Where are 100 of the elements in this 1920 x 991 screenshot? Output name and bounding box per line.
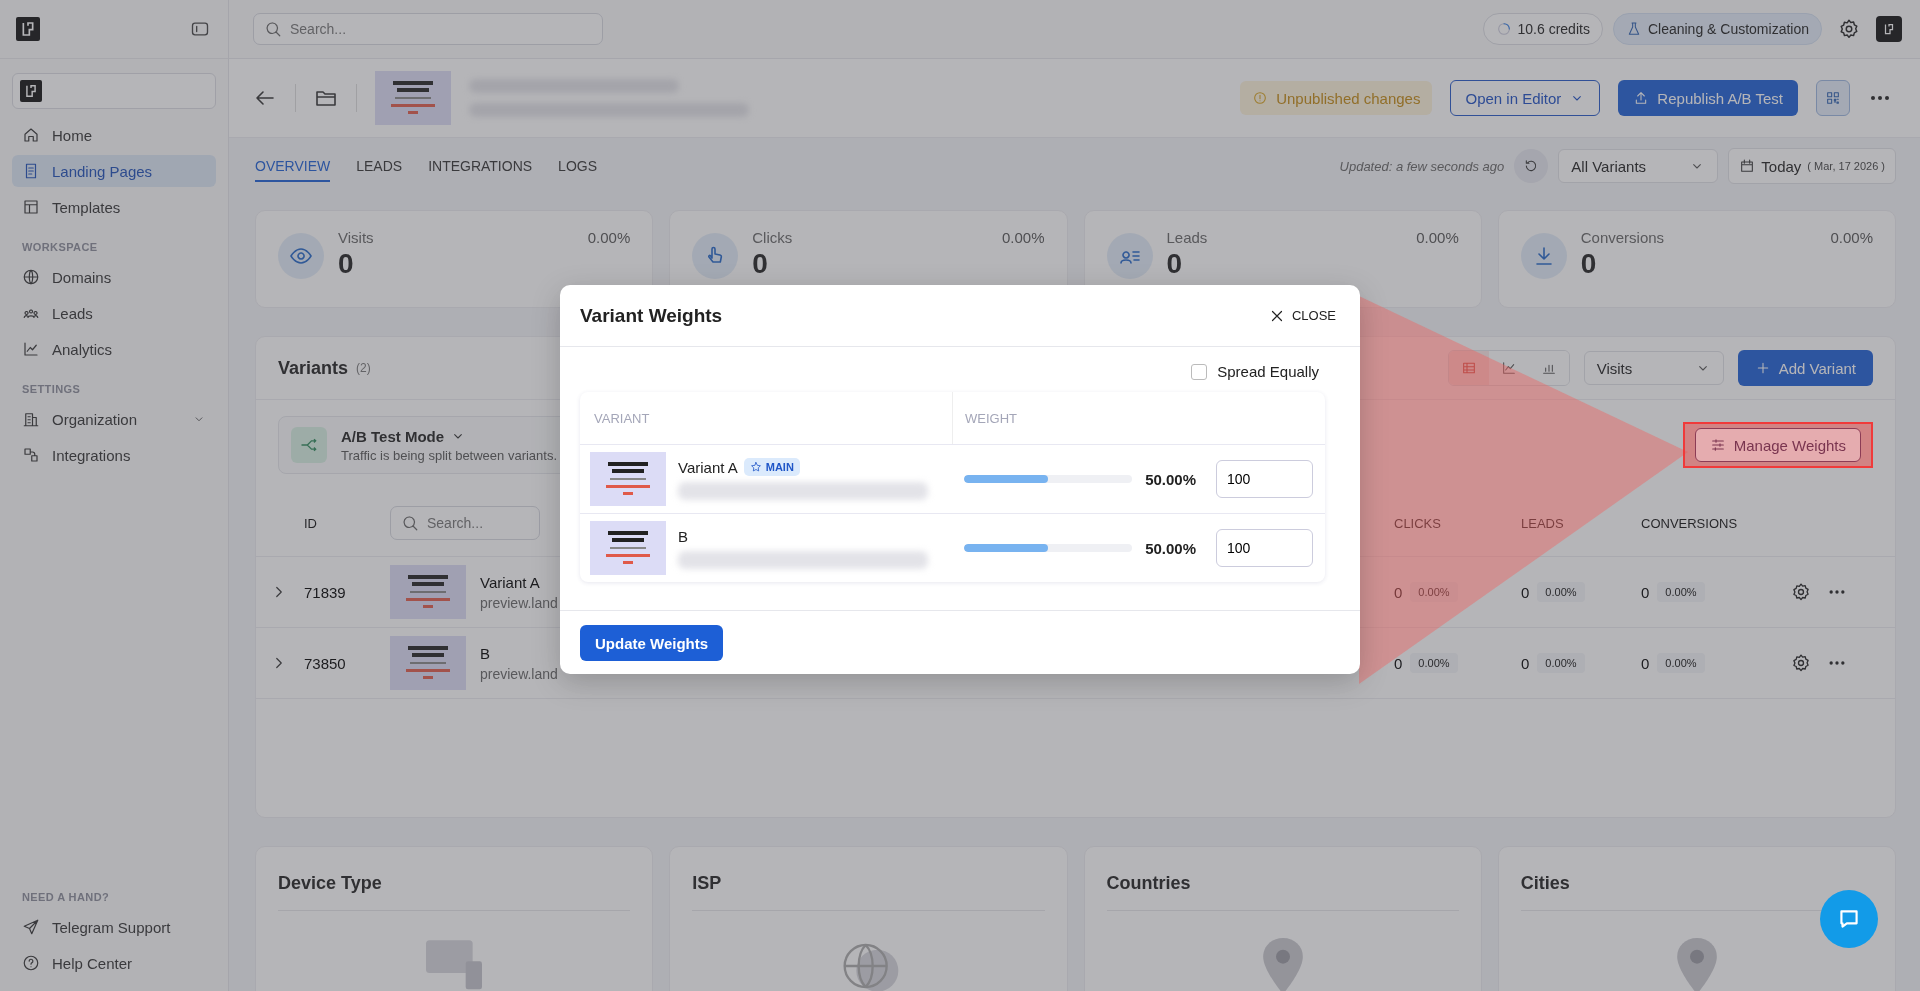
section-heading: SETTINGS	[21, 382, 82, 397]
sidebar-item[interactable]: Integrations	[12, 439, 216, 471]
sliders-icon	[1709, 437, 1726, 453]
search-icon	[401, 514, 419, 532]
credits-badge[interactable]: 10.6 credits	[1482, 13, 1603, 45]
help-icon	[22, 954, 40, 972]
manage-weights-button[interactable]: Manage Weights	[1694, 428, 1861, 462]
settings-icon[interactable]	[1838, 18, 1860, 40]
settings-icon[interactable]	[1791, 582, 1811, 602]
close-button[interactable]: CLOSE	[1261, 305, 1342, 326]
search-field[interactable]: Search...	[390, 506, 540, 540]
table-cell: 0	[1394, 654, 1403, 672]
updated-text: Updated: a few seconds ago	[1339, 158, 1505, 174]
mode-description: Traffic is being split between variants.	[341, 447, 558, 463]
table-cell: 0	[1521, 654, 1530, 672]
tab[interactable]: INTEGRATIONS	[428, 150, 533, 182]
tab[interactable]: LEADS	[356, 150, 403, 182]
column-header: ID	[304, 515, 318, 531]
open-in-editor-button[interactable]: Open in Editor	[1450, 80, 1601, 116]
stat-value: 0	[1580, 248, 1598, 280]
mode-title: A/B Test Mode	[341, 427, 558, 445]
column-header: CLICKS	[1394, 515, 1442, 531]
sidebar-item[interactable]: Organization	[12, 403, 216, 435]
stat-percent: 0.00%	[1001, 229, 1045, 246]
variant-name: Variant A	[480, 573, 541, 591]
search-field[interactable]: Search...	[253, 13, 603, 45]
variant-url: preview.land	[480, 665, 558, 682]
workspace-badge[interactable]: Cleaning & Customization	[1612, 13, 1822, 45]
view-toggle[interactable]	[1448, 351, 1489, 385]
sidebar-item[interactable]: Help Center	[12, 947, 216, 979]
section-heading: WORKSPACE	[21, 240, 99, 255]
stat-label: Leads	[1166, 229, 1209, 246]
stat-percent: 0.00%	[1416, 229, 1459, 246]
chart-icon	[22, 340, 40, 358]
metric-dropdown[interactable]: Visits	[1583, 351, 1724, 385]
table-cell-text: 73850	[304, 654, 347, 672]
column-header: CONVERSIONS	[1641, 515, 1739, 531]
percent-badge: 0.00%	[1410, 653, 1458, 673]
sidebar-item[interactable]: Home	[12, 119, 216, 151]
percent-badge: 0.00%	[1537, 582, 1585, 602]
main-badge: MAIN	[743, 458, 800, 476]
card-title: ISP	[692, 873, 722, 894]
variant-name: B	[480, 644, 491, 662]
stat-value: 0	[338, 248, 355, 280]
modal-title: Variant Weights	[580, 304, 723, 327]
sidebar-item[interactable]: Domains	[12, 261, 216, 293]
search-icon	[264, 20, 282, 38]
percent-badge: 0.00%	[1657, 653, 1705, 673]
workspace-logo	[20, 80, 42, 102]
weight-input[interactable]: 100	[1216, 460, 1313, 498]
variant-filter-dropdown[interactable]: All Variants	[1558, 149, 1719, 183]
stat-percent: 0.00%	[587, 229, 631, 246]
link-icon	[22, 446, 40, 464]
table-cell: 0	[1394, 583, 1403, 601]
send-icon	[22, 918, 40, 936]
variant-name: B	[678, 527, 688, 545]
column-header: WEIGHT	[952, 392, 1325, 444]
building-icon	[22, 410, 40, 428]
calendar-icon	[1739, 158, 1756, 174]
percent-badge: 0.00%	[1657, 582, 1705, 602]
table-cell-text: 71839	[304, 583, 347, 601]
weight-input[interactable]: 100	[1216, 529, 1313, 567]
sidebar-item[interactable]: Analytics	[12, 333, 216, 365]
account-avatar[interactable]	[1876, 16, 1902, 42]
tab[interactable]: LOGS	[558, 150, 597, 182]
stat-value: 0	[752, 248, 769, 280]
section-heading: NEED A HAND?	[21, 890, 111, 905]
qr-code-button[interactable]	[1816, 80, 1850, 116]
variant-url: preview.land	[480, 594, 558, 611]
sidebar-item[interactable]: Templates	[12, 191, 216, 223]
stat-label: Conversions	[1580, 229, 1666, 246]
card-title: Device Type	[278, 873, 382, 894]
column-header: LEADS	[1521, 515, 1565, 531]
stat-percent: 0.00%	[1830, 229, 1873, 246]
home-icon	[22, 126, 40, 144]
spread-equally-checkbox[interactable]: Spread Equally	[1191, 363, 1319, 380]
panel-title: Variants	[278, 357, 349, 379]
update-weights-button[interactable]: Update Weights	[580, 625, 724, 661]
checkbox[interactable]	[1191, 363, 1208, 380]
stat-label: Visits	[338, 229, 375, 246]
republish-button[interactable]: Republish A/B Test	[1618, 80, 1798, 116]
stat-value: 0	[1166, 248, 1184, 280]
sidebar-item[interactable]: Leads	[12, 297, 216, 329]
table-icon	[1460, 360, 1477, 376]
status-badge: Unpublished changes	[1240, 81, 1433, 115]
brand-logo[interactable]	[16, 17, 40, 41]
stat-label: Clicks	[752, 229, 794, 246]
percent-badge: 0.00%	[1410, 582, 1458, 602]
sidebar-item[interactable]: Landing Pages	[12, 155, 216, 187]
variant-count: (2)	[356, 361, 371, 375]
date-picker[interactable]: Today ( Mar, 17 2026 )	[1728, 148, 1896, 184]
add-variant-button[interactable]: Add Variant	[1737, 350, 1873, 386]
settings-icon[interactable]	[1791, 653, 1811, 673]
refresh-button[interactable]	[1514, 149, 1549, 183]
workspace-selector[interactable]	[12, 73, 216, 109]
tab[interactable]: OVERVIEW	[255, 150, 331, 182]
progress-ring-icon	[1495, 21, 1512, 37]
info-icon	[1252, 90, 1269, 106]
table-cell: 0	[1641, 583, 1650, 601]
sidebar-item[interactable]: Telegram Support	[12, 911, 216, 943]
